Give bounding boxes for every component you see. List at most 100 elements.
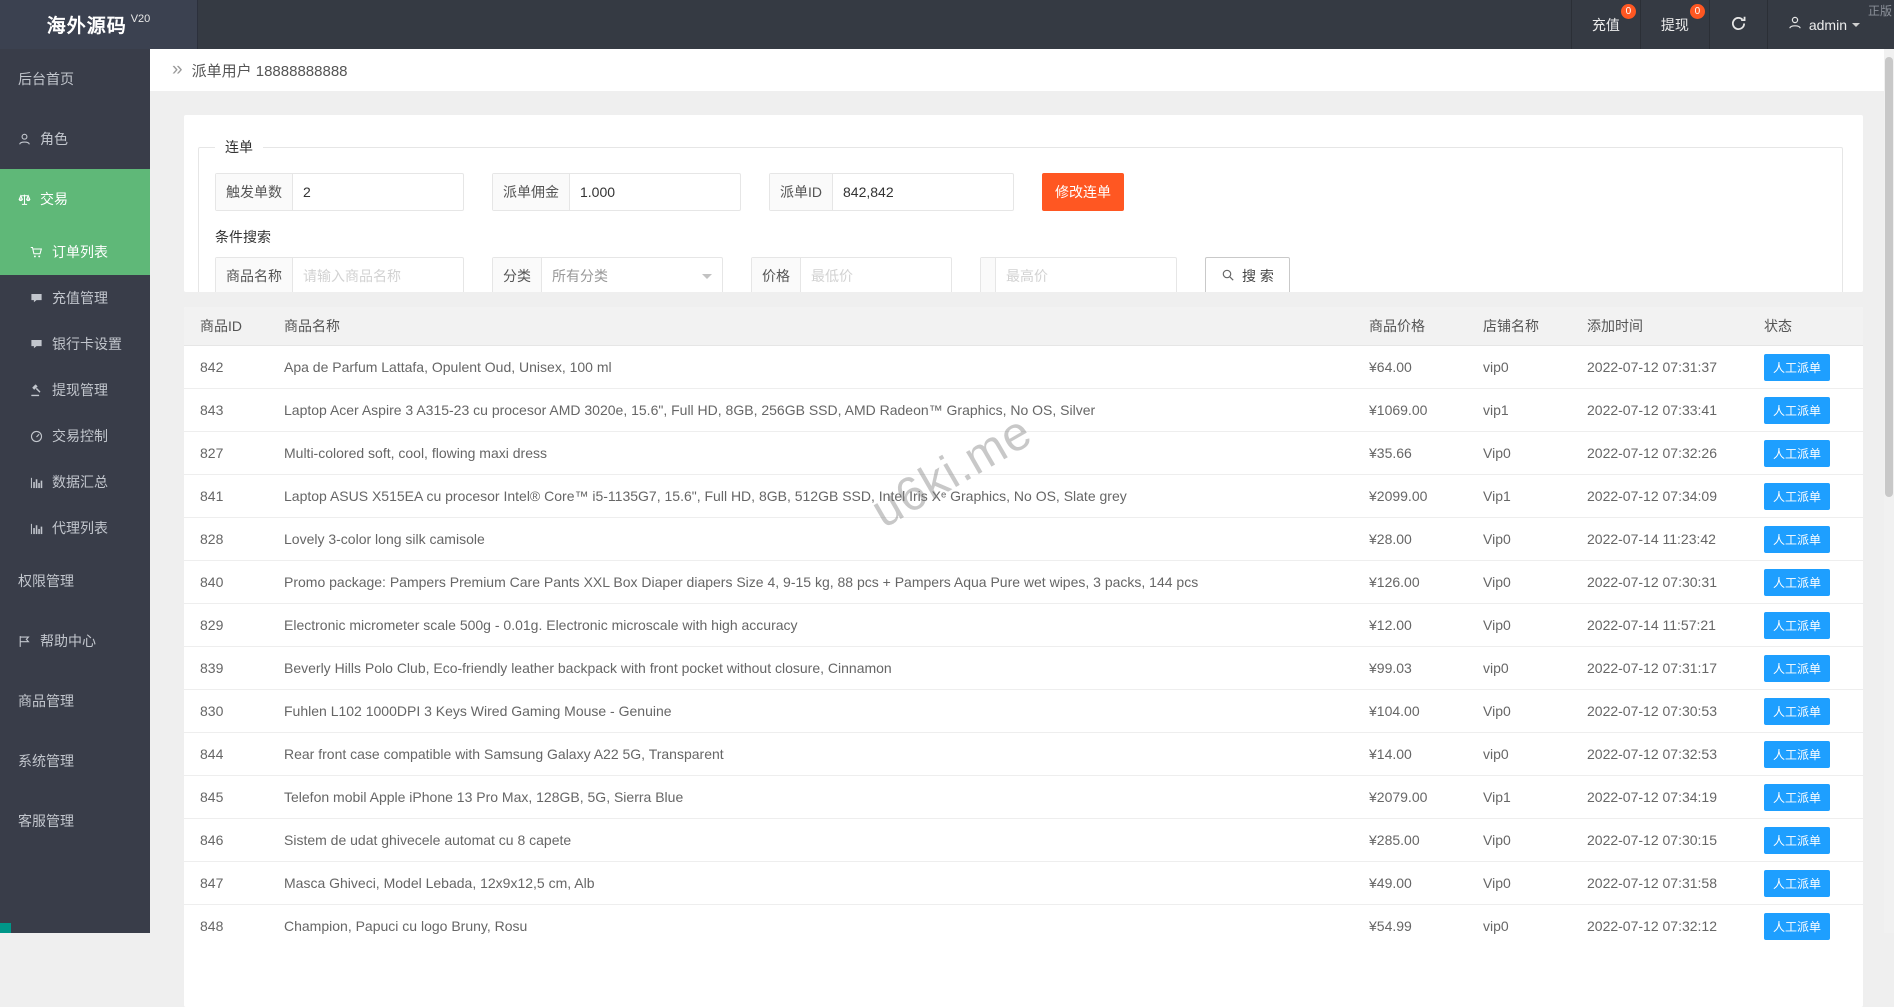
sidebar-item-trade-control[interactable]: 交易控制 [0, 413, 150, 459]
field-category: 分类 所有分类 [492, 257, 723, 292]
add-time-cell: 2022-07-12 07:30:31 [1587, 560, 1764, 604]
gauge-icon [30, 430, 43, 443]
product-name-input[interactable] [293, 258, 463, 292]
shop-name-cell: Vip0 [1483, 861, 1587, 905]
sidebar-item-label: 数据汇总 [52, 474, 108, 490]
product-id-cell: 845 [184, 775, 284, 819]
nav-recharge[interactable]: 充值 0 [1570, 0, 1640, 49]
manual-dispatch-button[interactable]: 人工派单 [1764, 482, 1831, 510]
user-icon [1788, 16, 1802, 33]
manual-dispatch-button[interactable]: 人工派单 [1764, 654, 1831, 682]
brand-name: 海外源码 [46, 16, 127, 37]
manual-dispatch-button[interactable]: 人工派单 [1764, 611, 1831, 639]
sidebar: 后台首页角色交易 订单列表 充值管理银行卡设置提现管理 交易控制数据汇总代理列表 权限管… [0, 49, 150, 933]
add-time-cell: 2022-07-12 07:30:53 [1587, 689, 1764, 733]
sidebar-item-label: 角色 [40, 131, 68, 147]
field-trigger-count: 触发单数 [215, 173, 464, 211]
sidebar-item-dashboard[interactable]: 后台首页 [0, 49, 150, 109]
sidebar-item-system-manage[interactable]: 系统管理 [0, 731, 150, 791]
chart-icon [30, 476, 43, 489]
add-time-cell: 2022-07-12 07:31:17 [1587, 646, 1764, 690]
dispatch-commission-label: 派单佣金 [493, 174, 570, 210]
manual-dispatch-button[interactable]: 人工派单 [1764, 697, 1831, 725]
shop-name-cell: vip1 [1483, 388, 1587, 432]
manual-dispatch-button[interactable]: 人工派单 [1764, 912, 1831, 940]
sidebar-item-label: 系统管理 [18, 753, 74, 769]
shop-name-cell: vip0 [1483, 904, 1587, 947]
sidebar-item-withdraw-manage[interactable]: 提现管理 [0, 367, 150, 413]
product-id-cell: 840 [184, 560, 284, 604]
product-price-cell: ¥54.99 [1369, 904, 1483, 947]
trigger-count-label: 触发单数 [216, 174, 293, 210]
user-menu[interactable]: admin [1766, 0, 1880, 49]
table-row: 830 Fuhlen L102 1000DPI 3 Keys Wired Gam… [184, 689, 1863, 733]
sidebar-item-roles[interactable]: 角色 [0, 109, 150, 169]
manual-dispatch-button[interactable]: 人工派单 [1764, 396, 1831, 424]
manual-dispatch-button[interactable]: 人工派单 [1764, 740, 1831, 768]
manual-dispatch-button[interactable]: 人工派单 [1764, 568, 1831, 596]
max-price-input[interactable] [996, 258, 1176, 292]
sidebar-item-order-list[interactable]: 订单列表 [0, 229, 150, 275]
field-product-name: 商品名称 [215, 257, 464, 292]
product-name-cell: Laptop ASUS X515EA cu procesor Intel® Co… [284, 474, 1369, 518]
comment-icon [30, 338, 43, 351]
manual-dispatch-button[interactable]: 人工派单 [1764, 869, 1831, 897]
manual-dispatch-button[interactable]: 人工派单 [1764, 525, 1831, 553]
shop-name-cell: vip0 [1483, 345, 1587, 389]
sidebar-item-recharge-manage[interactable]: 充值管理 [0, 275, 150, 321]
search-row: 商品名称 分类 所有分类 价格 [215, 257, 1826, 292]
sidebar-item-help-center[interactable]: 帮助中心 [0, 611, 150, 671]
sidebar-item-label: 后台首页 [18, 71, 74, 87]
field-price-min: 价格 [751, 257, 952, 292]
refresh-button[interactable] [1708, 0, 1767, 49]
sidebar-item-agent-list[interactable]: 代理列表 [0, 505, 150, 551]
modify-chain-order-button[interactable]: 修改连单 [1042, 173, 1124, 211]
product-table: 商品ID 商品名称 商品价格 店铺名称 添加时间 状态 842 Apa de P… [184, 307, 1863, 947]
product-price-cell: ¥28.00 [1369, 517, 1483, 561]
add-time-cell: 2022-07-12 07:34:19 [1587, 775, 1764, 819]
sidebar-item-permission-manage[interactable]: 权限管理 [0, 551, 150, 611]
sidebar-item-bank-card-settings[interactable]: 银行卡设置 [0, 321, 150, 367]
scrollbar-thumb[interactable] [1885, 57, 1893, 497]
manual-dispatch-button[interactable]: 人工派单 [1764, 826, 1831, 854]
dispatch-commission-input[interactable] [570, 174, 740, 210]
shop-name-cell: Vip1 [1483, 474, 1587, 518]
category-select[interactable]: 所有分类 [542, 258, 722, 292]
product-name-cell: Telefon mobil Apple iPhone 13 Pro Max, 1… [284, 775, 1369, 819]
shop-name-cell: Vip0 [1483, 431, 1587, 475]
product-price-cell: ¥99.03 [1369, 646, 1483, 690]
table-row: 844 Rear front case compatible with Sams… [184, 732, 1863, 776]
brand-logo[interactable]: 海外源码 V20 [0, 0, 198, 49]
shop-name-cell: Vip0 [1483, 689, 1587, 733]
field-dispatch-id: 派单ID [769, 173, 1014, 211]
add-time-cell: 2022-07-12 07:31:37 [1587, 345, 1764, 389]
manual-dispatch-button[interactable]: 人工派单 [1764, 353, 1831, 381]
product-name-label: 商品名称 [216, 258, 293, 292]
product-name-cell: Champion, Papuci cu logo Bruny, Rosu [284, 904, 1369, 947]
category-selected-value: 所有分类 [552, 268, 608, 284]
add-time-cell: 2022-07-12 07:34:09 [1587, 474, 1764, 518]
add-time-cell: 2022-07-12 07:32:26 [1587, 431, 1764, 475]
search-button[interactable]: 搜 索 [1205, 257, 1290, 292]
sidebar-item-label: 银行卡设置 [52, 336, 122, 352]
min-price-input[interactable] [801, 258, 951, 292]
sidebar-item-trade[interactable]: 交易 [0, 169, 150, 229]
nav-recharge-label: 充值 [1591, 16, 1620, 33]
refresh-icon [1730, 15, 1747, 35]
category-label: 分类 [493, 258, 542, 292]
manual-dispatch-button[interactable]: 人工派单 [1764, 783, 1831, 811]
product-id-cell: 844 [184, 732, 284, 776]
sidebar-item-service-manage[interactable]: 客服管理 [0, 791, 150, 851]
chain-order-legend: 连单 [225, 139, 253, 155]
scrollbar[interactable] [1884, 49, 1894, 933]
nav-withdraw[interactable]: 提现 0 [1639, 0, 1709, 49]
shop-name-cell: vip0 [1483, 646, 1587, 690]
trigger-count-input[interactable] [293, 174, 463, 210]
product-id-cell: 830 [184, 689, 284, 733]
sidebar-item-data-summary[interactable]: 数据汇总 [0, 459, 150, 505]
manual-dispatch-button[interactable]: 人工派单 [1764, 439, 1831, 467]
dispatch-id-input[interactable] [833, 174, 1013, 210]
sidebar-item-product-manage[interactable]: 商品管理 [0, 671, 150, 731]
table-header-row: 商品ID 商品名称 商品价格 店铺名称 添加时间 状态 [184, 307, 1863, 346]
comment-icon [30, 292, 43, 305]
